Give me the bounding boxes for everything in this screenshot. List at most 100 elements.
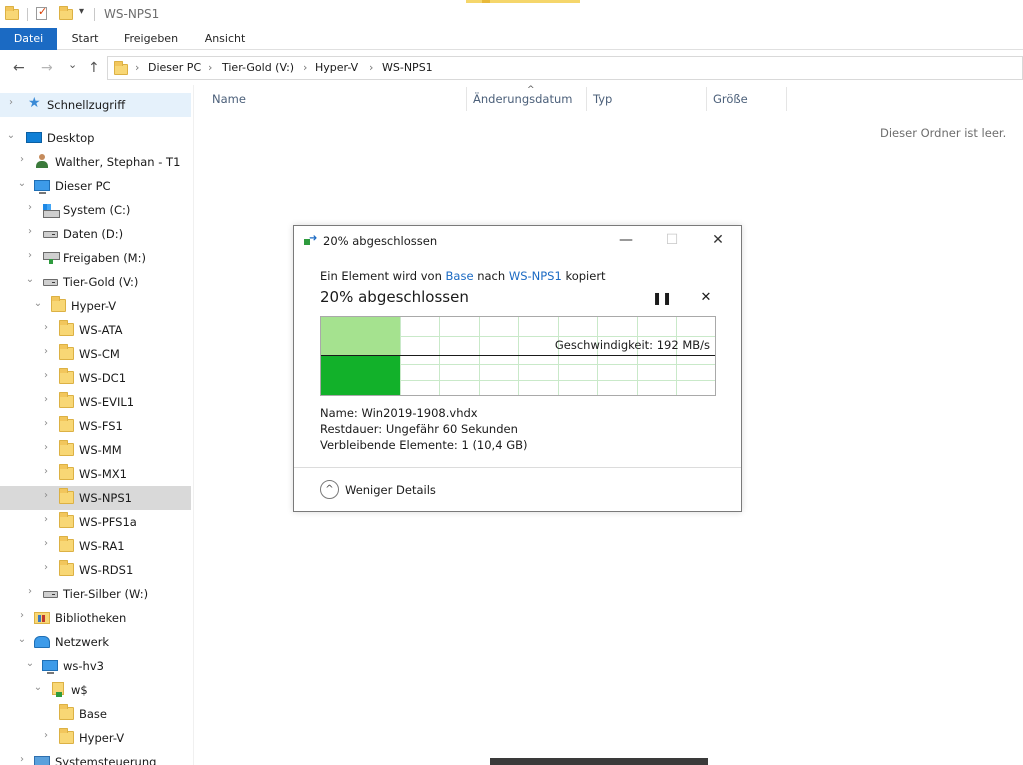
expand-icon[interactable]: › [6, 97, 16, 108]
tree-item-dieser-pc[interactable]: ⌄ Dieser PC [0, 174, 191, 198]
tree-item-hyper-v[interactable]: ⌄ Hyper-V [0, 294, 191, 318]
tab-ansicht[interactable]: Ansicht [197, 28, 253, 50]
expand-icon[interactable]: › [17, 754, 27, 765]
tree-item-ws-evil1[interactable]: › WS-EVIL1 [0, 390, 191, 414]
minimize-button[interactable]: — [616, 230, 636, 250]
tree-item-ws-ata[interactable]: › WS-ATA [0, 318, 191, 342]
tree-item-ws-ra1[interactable]: › WS-RA1 [0, 534, 191, 558]
tree-item-bibliotheken[interactable]: › Bibliotheken [0, 606, 191, 630]
tree-item-user[interactable]: › Walther, Stephan - T1 [0, 150, 191, 174]
expand-icon[interactable]: › [41, 490, 51, 501]
expand-icon[interactable]: › [17, 154, 27, 165]
column-header-modified[interactable]: Änderungsdatum [473, 92, 572, 106]
system-drive-icon [43, 204, 60, 218]
breadcrumb-separator[interactable]: › [303, 61, 307, 74]
collapse-icon[interactable]: ⌄ [17, 634, 27, 645]
copy-description: Ein Element wird von Base nach WS-NPS1 k… [320, 269, 606, 283]
breadcrumb-dieser-pc[interactable]: Dieser PC [148, 61, 201, 74]
breadcrumb-separator[interactable]: › [369, 61, 373, 74]
expand-icon[interactable]: › [41, 442, 51, 453]
source-link[interactable]: Base [446, 269, 474, 283]
pause-button[interactable]: ❚❚ [652, 290, 672, 306]
tree-item-ws-rds1[interactable]: › WS-RDS1 [0, 558, 191, 582]
properties-icon[interactable] [36, 5, 47, 20]
tree-item-system-c[interactable]: › System (C:) [0, 198, 191, 222]
tree-item-ws-nps1[interactable]: › WS-NPS1 [0, 486, 191, 510]
recent-locations-button[interactable]: ⌄ [68, 58, 77, 71]
forward-button[interactable]: → [41, 60, 53, 76]
tree-item-ws-hv3[interactable]: ⌄ ws-hv3 [0, 654, 191, 678]
breadcrumb-hyper-v[interactable]: Hyper-V [315, 61, 358, 74]
cancel-button[interactable]: ✕ [698, 290, 714, 306]
tree-item-ws-dc1[interactable]: › WS-DC1 [0, 366, 191, 390]
tree-item-ws-mx1[interactable]: › WS-MX1 [0, 462, 191, 486]
tree-item-netzwerk[interactable]: ⌄ Netzwerk [0, 630, 191, 654]
tree-item-ws-mm[interactable]: › WS-MM [0, 438, 191, 462]
tree-item-desktop[interactable]: ⌄ Desktop [0, 126, 191, 150]
collapse-icon[interactable]: ⌄ [25, 658, 35, 669]
address-bar[interactable]: › Dieser PC › Tier-Gold (V:) › Hyper-V ›… [107, 56, 1023, 80]
destination-link[interactable]: WS-NPS1 [509, 269, 562, 283]
speed-label: Geschwindigkeit: 192 MB/s [554, 338, 710, 352]
tree-item-ws-fs1[interactable]: › WS-FS1 [0, 414, 191, 438]
expand-icon[interactable]: › [41, 562, 51, 573]
up-button[interactable]: ↑ [88, 60, 100, 76]
new-folder-icon[interactable] [59, 6, 73, 20]
tree-item-w-share[interactable]: ⌄ w$ [0, 678, 191, 702]
tree-item-label: WS-CM [79, 347, 120, 361]
column-divider[interactable] [586, 87, 587, 111]
expand-icon[interactable]: › [41, 394, 51, 405]
collapse-icon[interactable]: ⌄ [25, 274, 35, 285]
expand-icon[interactable]: › [25, 250, 35, 261]
column-header-name[interactable]: Name [212, 92, 246, 106]
expand-icon[interactable]: › [41, 466, 51, 477]
tree-item-freigaben-m[interactable]: › Freigaben (M:) [0, 246, 191, 270]
expand-icon[interactable]: › [41, 346, 51, 357]
speed-line [321, 355, 715, 356]
collapse-icon[interactable]: ⌄ [6, 130, 16, 141]
tree-item-schnellzugriff[interactable]: › ★ Schnellzugriff [0, 93, 191, 117]
column-header-size[interactable]: Größe [713, 92, 748, 106]
expand-icon[interactable]: › [41, 730, 51, 741]
breadcrumb-separator[interactable]: › [208, 61, 212, 74]
tab-freigeben[interactable]: Freigeben [117, 28, 185, 50]
drive-icon [43, 231, 58, 238]
column-divider[interactable] [466, 87, 467, 111]
expand-icon[interactable]: › [41, 538, 51, 549]
expand-icon[interactable]: › [25, 202, 35, 213]
back-button[interactable]: ← [13, 60, 25, 76]
collapse-icon[interactable]: ⌄ [33, 682, 43, 693]
folder-icon [59, 440, 74, 456]
folder-icon [59, 416, 74, 432]
tab-datei[interactable]: Datei [0, 28, 57, 50]
expand-icon[interactable]: › [25, 226, 35, 237]
folder-icon[interactable] [5, 6, 19, 20]
column-divider[interactable] [786, 87, 787, 111]
expand-icon[interactable]: › [41, 514, 51, 525]
tree-item-tier-silber-w[interactable]: › Tier-Silber (W:) [0, 582, 191, 606]
breadcrumb-ws-nps1[interactable]: WS-NPS1 [382, 61, 433, 74]
close-button[interactable]: ✕ [708, 230, 728, 250]
column-divider[interactable] [706, 87, 707, 111]
tree-item-daten-d[interactable]: › Daten (D:) [0, 222, 191, 246]
tab-start[interactable]: Start [63, 28, 107, 50]
tree-item-base[interactable]: Base [0, 702, 191, 726]
tree-item-ws-cm[interactable]: › WS-CM [0, 342, 191, 366]
breadcrumb-separator[interactable]: › [135, 61, 139, 74]
tree-item-label: WS-MM [79, 443, 122, 457]
expand-icon[interactable]: › [41, 418, 51, 429]
quick-access-dropdown-icon[interactable]: ▾ [79, 6, 84, 17]
expand-icon[interactable]: › [41, 322, 51, 333]
expand-icon[interactable]: › [41, 370, 51, 381]
collapse-icon[interactable]: ⌄ [33, 298, 43, 309]
tree-item-hyper-v-share[interactable]: › Hyper-V [0, 726, 191, 750]
tree-item-systemsteuerung[interactable]: › Systemsteuerung [0, 750, 191, 765]
network-icon [34, 636, 50, 648]
column-header-type[interactable]: Typ [593, 92, 612, 106]
tree-item-tier-gold-v[interactable]: ⌄ Tier-Gold (V:) [0, 270, 191, 294]
tree-item-ws-pfs1a[interactable]: › WS-PFS1a [0, 510, 191, 534]
collapse-icon[interactable]: ⌄ [17, 178, 27, 189]
breadcrumb-tier-gold[interactable]: Tier-Gold (V:) [222, 61, 294, 74]
expand-icon[interactable]: › [17, 610, 27, 621]
expand-icon[interactable]: › [25, 586, 35, 597]
